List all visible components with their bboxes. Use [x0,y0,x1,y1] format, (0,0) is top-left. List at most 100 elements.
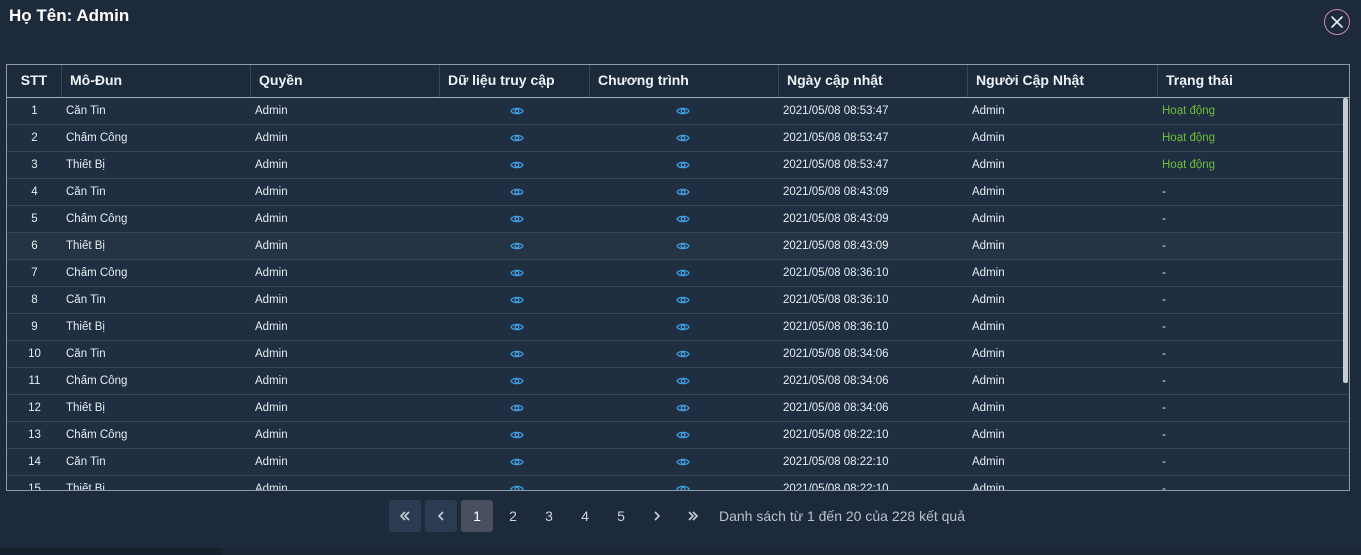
last-page-button[interactable] [677,500,709,532]
header-role[interactable]: Quyền [251,65,440,97]
view-access-data-button[interactable] [440,321,590,333]
view-access-data-button[interactable] [440,429,590,441]
view-access-data-button[interactable] [440,240,590,252]
cell-stt: 4 [31,186,38,198]
cell-stt: 15 [28,483,41,491]
cell-module: Căn Tin [66,186,106,198]
view-program-button[interactable] [590,348,779,360]
table-row[interactable]: 9 Thiết Bị Admin 2021/05/08 08:36:10 Admin - [7,314,1349,341]
view-program-button[interactable] [590,294,779,306]
cell-updated-date: 2021/05/08 08:34:06 [783,402,889,414]
chevron-right-icon [654,511,661,521]
view-program-button[interactable] [590,375,779,387]
header-updated-date[interactable]: Ngày cập nhật [779,65,968,97]
header-stt[interactable]: STT [7,65,62,97]
table-row[interactable]: 12 Thiết Bị Admin 2021/05/08 08:34:06 Admin - [7,395,1349,422]
cell-stt: 1 [31,105,38,117]
table-row[interactable]: 2 Chấm Công Admin 2021/05/08 08:53:47 Admin H… [7,125,1349,152]
view-program-button[interactable] [590,159,779,171]
view-access-data-button[interactable] [440,375,590,387]
cell-stt: 14 [28,456,41,468]
cell-updated-date: 2021/05/08 08:53:47 [783,132,889,144]
table-row[interactable]: 15 Thiết Bị Admin 2021/05/08 08:22:10 Admin - [7,476,1349,491]
view-access-data-button[interactable] [440,483,590,490]
view-program-button[interactable] [590,456,779,468]
cell-updater: Admin [972,132,1005,144]
table-row[interactable]: 6 Thiết Bị Admin 2021/05/08 08:43:09 Admin - [7,233,1349,260]
view-access-data-button[interactable] [440,348,590,360]
previous-page-button[interactable] [425,500,457,532]
cell-module: Chấm Công [66,213,128,225]
view-access-data-button[interactable] [440,105,590,117]
table-row[interactable]: 3 Thiết Bị Admin 2021/05/08 08:53:47 Admin Ho… [7,152,1349,179]
header-access-data[interactable]: Dữ liệu truy cập [440,65,590,97]
page-1-button[interactable]: 1 [461,500,493,532]
cell-updated-date: 2021/05/08 08:53:47 [783,105,889,117]
cell-role: Admin [255,348,288,360]
view-access-data-button[interactable] [440,159,590,171]
page-3-button[interactable]: 3 [533,500,565,532]
table-row[interactable]: 1 Căn Tin Admin 2021/05/08 08:53:47 Admin Hoạ… [7,98,1349,125]
eye-icon [676,161,690,169]
eye-icon [510,485,524,490]
pagination-info: Danh sách từ 1 đến 20 của 228 kết quả [719,508,965,524]
cell-stt: 3 [31,159,38,171]
view-program-button[interactable] [590,321,779,333]
view-program-button[interactable] [590,186,779,198]
cell-module: Thiết Bị [66,402,105,414]
page-4-button[interactable]: 4 [569,500,601,532]
table-row[interactable]: 13 Chấm Công Admin 2021/05/08 08:22:10 Admin… [7,422,1349,449]
first-page-button[interactable] [389,500,421,532]
table-row[interactable]: 7 Chấm Công Admin 2021/05/08 08:36:10 Admin - [7,260,1349,287]
cell-role: Admin [255,132,288,144]
header-program[interactable]: Chương trình [590,65,779,97]
next-page-button[interactable] [641,500,673,532]
cell-updater: Admin [972,267,1005,279]
view-program-button[interactable] [590,267,779,279]
cell-role: Admin [255,483,288,491]
table-row[interactable]: 5 Chấm Công Admin 2021/05/08 08:43:09 Admin - [7,206,1349,233]
cell-updated-date: 2021/05/08 08:34:06 [783,348,889,360]
cell-module: Chấm Công [66,132,128,144]
table-row[interactable]: 8 Căn Tin Admin 2021/05/08 08:36:10 Admin - [7,287,1349,314]
eye-icon [676,296,690,304]
view-access-data-button[interactable] [440,132,590,144]
view-program-button[interactable] [590,213,779,225]
header-module[interactable]: Mô-Đun [62,65,251,97]
page-5-button[interactable]: 5 [605,500,637,532]
eye-icon [510,404,524,412]
eye-icon [676,323,690,331]
cell-module: Thiết Bị [66,240,105,252]
cell-updated-date: 2021/05/08 08:43:09 [783,213,889,225]
page-2-button[interactable]: 2 [497,500,529,532]
table-scrollbar[interactable] [1343,98,1348,383]
close-button[interactable] [1324,9,1350,35]
view-program-button[interactable] [590,483,779,490]
view-access-data-button[interactable] [440,294,590,306]
view-access-data-button[interactable] [440,402,590,414]
eye-icon [676,377,690,385]
view-access-data-button[interactable] [440,186,590,198]
view-program-button[interactable] [590,240,779,252]
cell-module: Căn Tin [66,105,106,117]
header-updater[interactable]: Người Cập Nhật [968,65,1158,97]
cell-role: Admin [255,267,288,279]
chevron-left-icon [437,511,444,521]
view-program-button[interactable] [590,132,779,144]
view-program-button[interactable] [590,402,779,414]
view-access-data-button[interactable] [440,213,590,225]
eye-icon [510,350,524,358]
header-status[interactable]: Trạng thái [1158,65,1348,97]
view-access-data-button[interactable] [440,456,590,468]
eye-icon [510,107,524,115]
view-access-data-button[interactable] [440,267,590,279]
view-program-button[interactable] [590,105,779,117]
cell-updated-date: 2021/05/08 08:36:10 [783,267,889,279]
table-row[interactable]: 14 Căn Tin Admin 2021/05/08 08:22:10 Admin - [7,449,1349,476]
cell-role: Admin [255,240,288,252]
cell-stt: 13 [28,429,41,441]
table-row[interactable]: 11 Chấm Công Admin 2021/05/08 08:34:06 Admin… [7,368,1349,395]
view-program-button[interactable] [590,429,779,441]
table-row[interactable]: 10 Căn Tin Admin 2021/05/08 08:34:06 Admin - [7,341,1349,368]
table-row[interactable]: 4 Căn Tin Admin 2021/05/08 08:43:09 Admin - [7,179,1349,206]
